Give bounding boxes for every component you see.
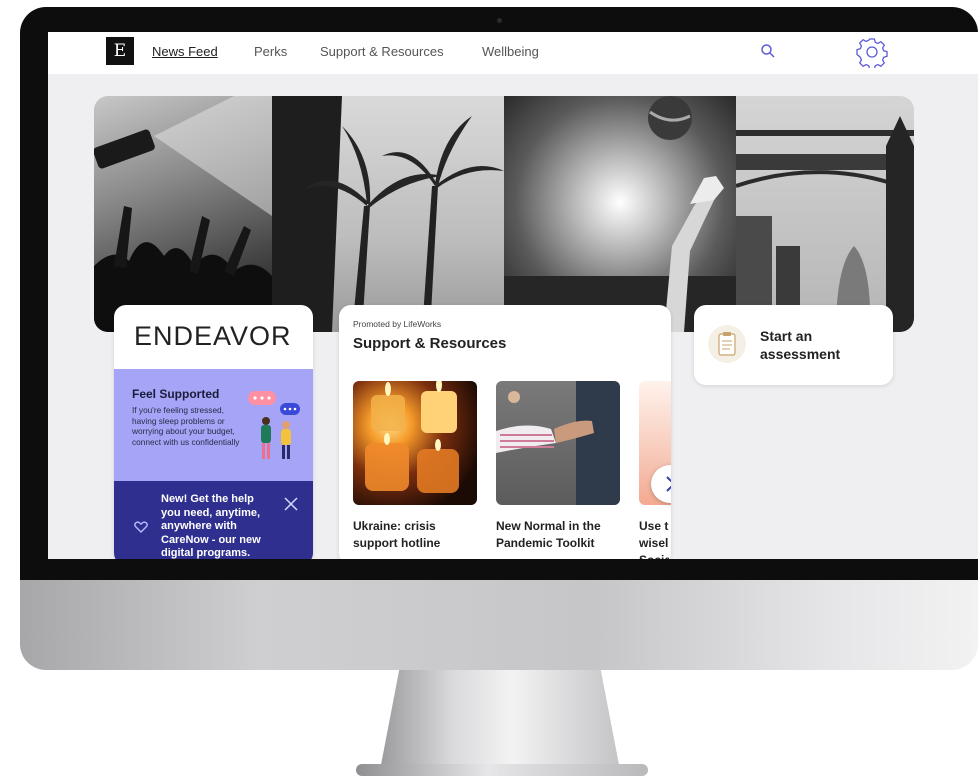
- carenow-text: New! Get the help you need, anytime, any…: [161, 493, 261, 559]
- tower-bridge-photo: [736, 96, 914, 332]
- screen: E News Feed Perks Support & Resources We…: [48, 32, 978, 559]
- endeavor-title: ENDEAVOR: [134, 321, 292, 351]
- people-chat-illustration: [248, 391, 300, 459]
- logo[interactable]: E: [106, 37, 134, 65]
- gear-icon[interactable]: [856, 36, 888, 68]
- monitor-stand: [380, 670, 620, 770]
- concert-crowd-photo: [94, 96, 272, 332]
- monitor-chin: [20, 580, 978, 670]
- volleyball-photo: [504, 96, 736, 332]
- hero-banner: [94, 96, 914, 332]
- nav-wellbeing[interactable]: Wellbeing: [482, 44, 539, 59]
- tile-title-ukraine[interactable]: Ukraine: crisis support hotline: [353, 518, 483, 552]
- endeavor-card: ENDEAVOR Feel Supported If you're feelin…: [114, 305, 313, 559]
- chevron-right-icon: [666, 476, 671, 492]
- assessment-title: Start an assessment: [760, 328, 841, 362]
- feel-supported-text: If you're feeling stressed, having sleep…: [132, 405, 240, 447]
- palm-trees-photo: [272, 96, 504, 332]
- top-nav: E News Feed Perks Support & Resources We…: [48, 32, 978, 74]
- support-resources-title[interactable]: Support & Resources: [353, 335, 506, 352]
- clipboard-icon: [708, 325, 746, 363]
- heart-icon: [134, 521, 148, 533]
- support-resources-card: Promoted by LifeWorks Support & Resource…: [339, 305, 671, 559]
- promoted-by-label: Promoted by LifeWorks: [353, 319, 442, 329]
- close-icon[interactable]: [284, 497, 298, 511]
- tile-title-new-normal[interactable]: New Normal in the Pandemic Toolkit: [496, 518, 626, 552]
- nav-news-feed[interactable]: News Feed: [152, 44, 218, 59]
- assessment-card[interactable]: Start an assessment: [694, 305, 893, 385]
- feel-supported-box[interactable]: Feel Supported If you're feeling stresse…: [114, 369, 313, 481]
- nav-support-resources[interactable]: Support & Resources: [320, 44, 444, 59]
- carenow-banner[interactable]: New! Get the help you need, anytime, any…: [114, 481, 313, 559]
- next-button[interactable]: [651, 465, 671, 503]
- nav-perks[interactable]: Perks: [254, 44, 287, 59]
- elbow-bump-photo[interactable]: [496, 381, 620, 505]
- feel-supported-title: Feel Supported: [132, 387, 220, 401]
- camera-dot: [497, 18, 502, 23]
- tile-title-partial[interactable]: Use t wisel Socia: [639, 518, 669, 559]
- candles-photo[interactable]: [353, 381, 477, 505]
- search-icon[interactable]: [760, 43, 776, 59]
- monitor-stand-base: [356, 764, 648, 776]
